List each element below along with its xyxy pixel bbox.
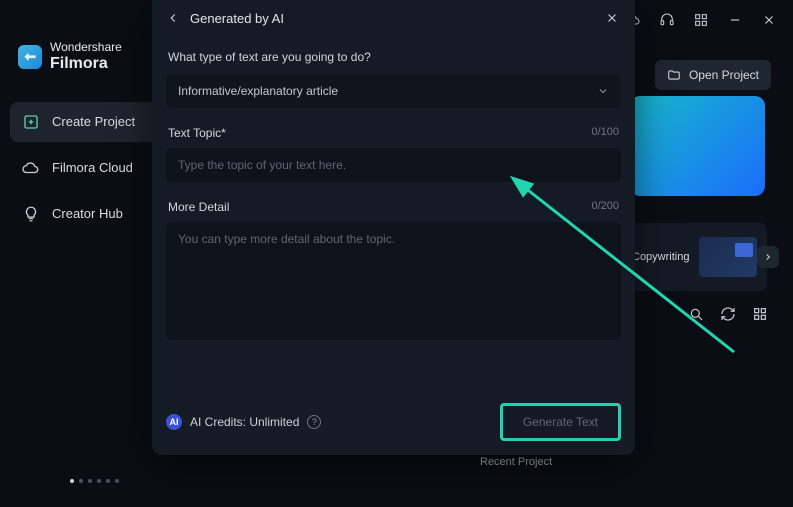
cloud-icon	[22, 159, 40, 177]
window-titlebar	[609, 0, 793, 40]
folder-icon	[667, 68, 681, 82]
support-icon[interactable]	[659, 12, 675, 28]
open-project-label: Open Project	[689, 68, 759, 82]
carousel-next-button[interactable]	[757, 246, 779, 268]
modal-header: Generated by AI	[166, 0, 621, 36]
sidebar-item-label: Create Project	[52, 114, 135, 129]
sidebar-item-label: Creator Hub	[52, 206, 123, 221]
carousel-dots[interactable]	[70, 479, 119, 483]
more-detail-label: More Detail	[168, 200, 229, 214]
copywriting-card[interactable]: Copywriting	[622, 223, 767, 291]
text-topic-input[interactable]	[166, 148, 621, 182]
window-close-icon[interactable]	[761, 12, 777, 28]
text-topic-label: Text Topic*	[168, 126, 226, 140]
brand: Wondershare Filmora	[10, 18, 172, 102]
generate-text-button[interactable]: Generate Text	[500, 403, 621, 441]
modal-footer: AI AI Credits: Unlimited ? Generate Text	[166, 403, 621, 441]
sidebar-item-create-project[interactable]: Create Project	[10, 102, 172, 142]
brand-text: Wondershare Filmora	[50, 40, 122, 74]
brand-top: Wondershare	[50, 40, 122, 54]
refresh-icon[interactable]	[719, 305, 737, 323]
brand-name: Filmora	[50, 54, 122, 73]
more-detail-textarea[interactable]	[166, 222, 621, 340]
text-type-select[interactable]: Informative/explanatory article	[166, 74, 621, 108]
sidebar-item-label: Filmora Cloud	[52, 160, 133, 175]
apps-grid-icon[interactable]	[693, 12, 709, 28]
more-detail-counter: 0/200	[591, 200, 619, 214]
modal-close-button[interactable]	[603, 11, 621, 25]
brand-logo	[18, 45, 42, 69]
ai-credits-label: AI Credits: Unlimited	[190, 415, 299, 429]
hero-banner[interactable]	[630, 96, 765, 196]
copywriting-thumb	[699, 237, 757, 277]
copywriting-label: Copywriting	[632, 251, 689, 263]
bulb-icon	[22, 205, 40, 223]
chevron-down-icon	[597, 85, 609, 97]
minimize-icon[interactable]	[727, 12, 743, 28]
search-icon[interactable]	[687, 305, 705, 323]
text-type-value: Informative/explanatory article	[178, 84, 338, 98]
ai-generate-modal: Generated by AI What type of text are yo…	[152, 0, 635, 455]
ai-credits: AI AI Credits: Unlimited ?	[166, 414, 321, 430]
content-tools	[687, 305, 769, 323]
modal-title: Generated by AI	[190, 11, 284, 26]
sidebar-item-creator-hub[interactable]: Creator Hub	[10, 194, 172, 234]
ai-badge-icon: AI	[166, 414, 182, 430]
grid-view-icon[interactable]	[751, 305, 769, 323]
info-icon[interactable]: ?	[307, 415, 321, 429]
text-type-question: What type of text are you going to do?	[168, 50, 619, 64]
text-topic-counter: 0/100	[591, 126, 619, 140]
sidebar-item-filmora-cloud[interactable]: Filmora Cloud	[10, 148, 172, 188]
back-button[interactable]	[166, 11, 184, 25]
open-project-button[interactable]: Open Project	[655, 60, 771, 90]
recent-project-heading: Recent Project	[480, 456, 552, 468]
plus-box-icon	[22, 113, 40, 131]
